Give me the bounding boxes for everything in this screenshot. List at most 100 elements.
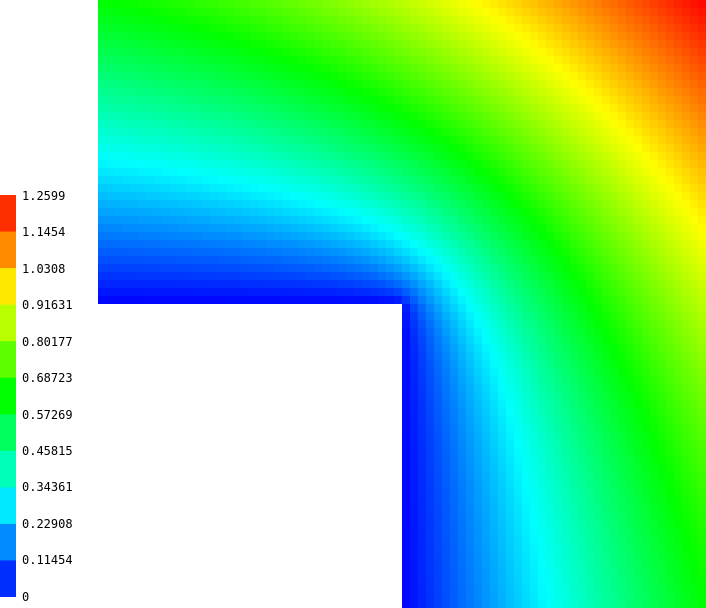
contour-cell [410, 264, 418, 272]
contour-cell [258, 64, 266, 72]
contour-cell [682, 368, 690, 376]
contour-cell [498, 416, 506, 424]
contour-cell [594, 304, 602, 312]
contour-cell [202, 272, 210, 280]
contour-cell [490, 528, 498, 536]
contour-cell [506, 8, 514, 16]
contour-cell [314, 96, 322, 104]
contour-cell [570, 216, 578, 224]
contour-cell [378, 88, 386, 96]
contour-cell [378, 256, 386, 264]
contour-cell [242, 80, 250, 88]
contour-cell [682, 560, 690, 568]
contour-cell [266, 240, 274, 248]
contour-cell [434, 248, 442, 256]
contour-cell [514, 472, 522, 480]
contour-cell [514, 296, 522, 304]
contour-cell [658, 120, 666, 128]
contour-cell [498, 536, 506, 544]
contour-cell [578, 504, 586, 512]
contour-cell [266, 288, 274, 296]
contour-cell [170, 72, 178, 80]
contour-cell [554, 448, 562, 456]
contour-cell [610, 136, 618, 144]
contour-cell [362, 120, 370, 128]
contour-cell [490, 384, 498, 392]
contour-cell [690, 288, 698, 296]
contour-cell [634, 32, 642, 40]
contour-cell [674, 592, 682, 600]
contour-cell [426, 256, 434, 264]
contour-cell [210, 264, 218, 272]
contour-cell [650, 416, 658, 424]
contour-cell [194, 24, 202, 32]
contour-cell [586, 304, 594, 312]
contour-cell [162, 16, 170, 24]
contour-cell [618, 568, 626, 576]
contour-cell [466, 576, 474, 584]
contour-cell [570, 152, 578, 160]
contour-cell [338, 216, 346, 224]
contour-cell [626, 528, 634, 536]
contour-cell [362, 216, 370, 224]
contour-cell [218, 176, 226, 184]
contour-cell [538, 280, 546, 288]
contour-cell [594, 112, 602, 120]
contour-cell [506, 600, 514, 608]
contour-cell [418, 40, 426, 48]
contour-cell [298, 8, 306, 16]
contour-cell [658, 392, 666, 400]
contour-cell [538, 208, 546, 216]
contour-cell [554, 384, 562, 392]
contour-cell [554, 352, 562, 360]
contour-cell [546, 528, 554, 536]
contour-cell [634, 280, 642, 288]
contour-cell [410, 464, 418, 472]
contour-cell [458, 384, 466, 392]
contour-cell [570, 376, 578, 384]
contour-cell [562, 208, 570, 216]
contour-cell [554, 568, 562, 576]
contour-cell [226, 120, 234, 128]
contour-cell [578, 184, 586, 192]
contour-cell [186, 152, 194, 160]
contour-cell [434, 120, 442, 128]
contour-cell [138, 280, 146, 288]
contour-cell [442, 64, 450, 72]
contour-cell [490, 336, 498, 344]
contour-cell [106, 200, 114, 208]
contour-cell [418, 56, 426, 64]
contour-cell [266, 24, 274, 32]
contour-cell [666, 112, 674, 120]
contour-cell [354, 224, 362, 232]
contour-cell [218, 184, 226, 192]
contour-cell [234, 88, 242, 96]
contour-cell [602, 144, 610, 152]
contour-cell [626, 600, 634, 608]
contour-cell [586, 336, 594, 344]
contour-cell [218, 40, 226, 48]
contour-cell [146, 208, 154, 216]
contour-cell [114, 200, 122, 208]
contour-cell [266, 136, 274, 144]
contour-cell [490, 472, 498, 480]
contour-cell [354, 216, 362, 224]
contour-cell [554, 496, 562, 504]
contour-cell [650, 464, 658, 472]
contour-cell [410, 96, 418, 104]
contour-cell [474, 368, 482, 376]
contour-cell [442, 56, 450, 64]
contour-cell [586, 312, 594, 320]
contour-cell [554, 224, 562, 232]
contour-cell [426, 104, 434, 112]
contour-cell [698, 440, 706, 448]
contour-cell [602, 184, 610, 192]
contour-cell [354, 248, 362, 256]
contour-cell [666, 296, 674, 304]
contour-cell [522, 264, 530, 272]
contour-cell [330, 152, 338, 160]
contour-cell [362, 80, 370, 88]
contour-cell [658, 528, 666, 536]
contour-cell [658, 504, 666, 512]
contour-cell [282, 96, 290, 104]
